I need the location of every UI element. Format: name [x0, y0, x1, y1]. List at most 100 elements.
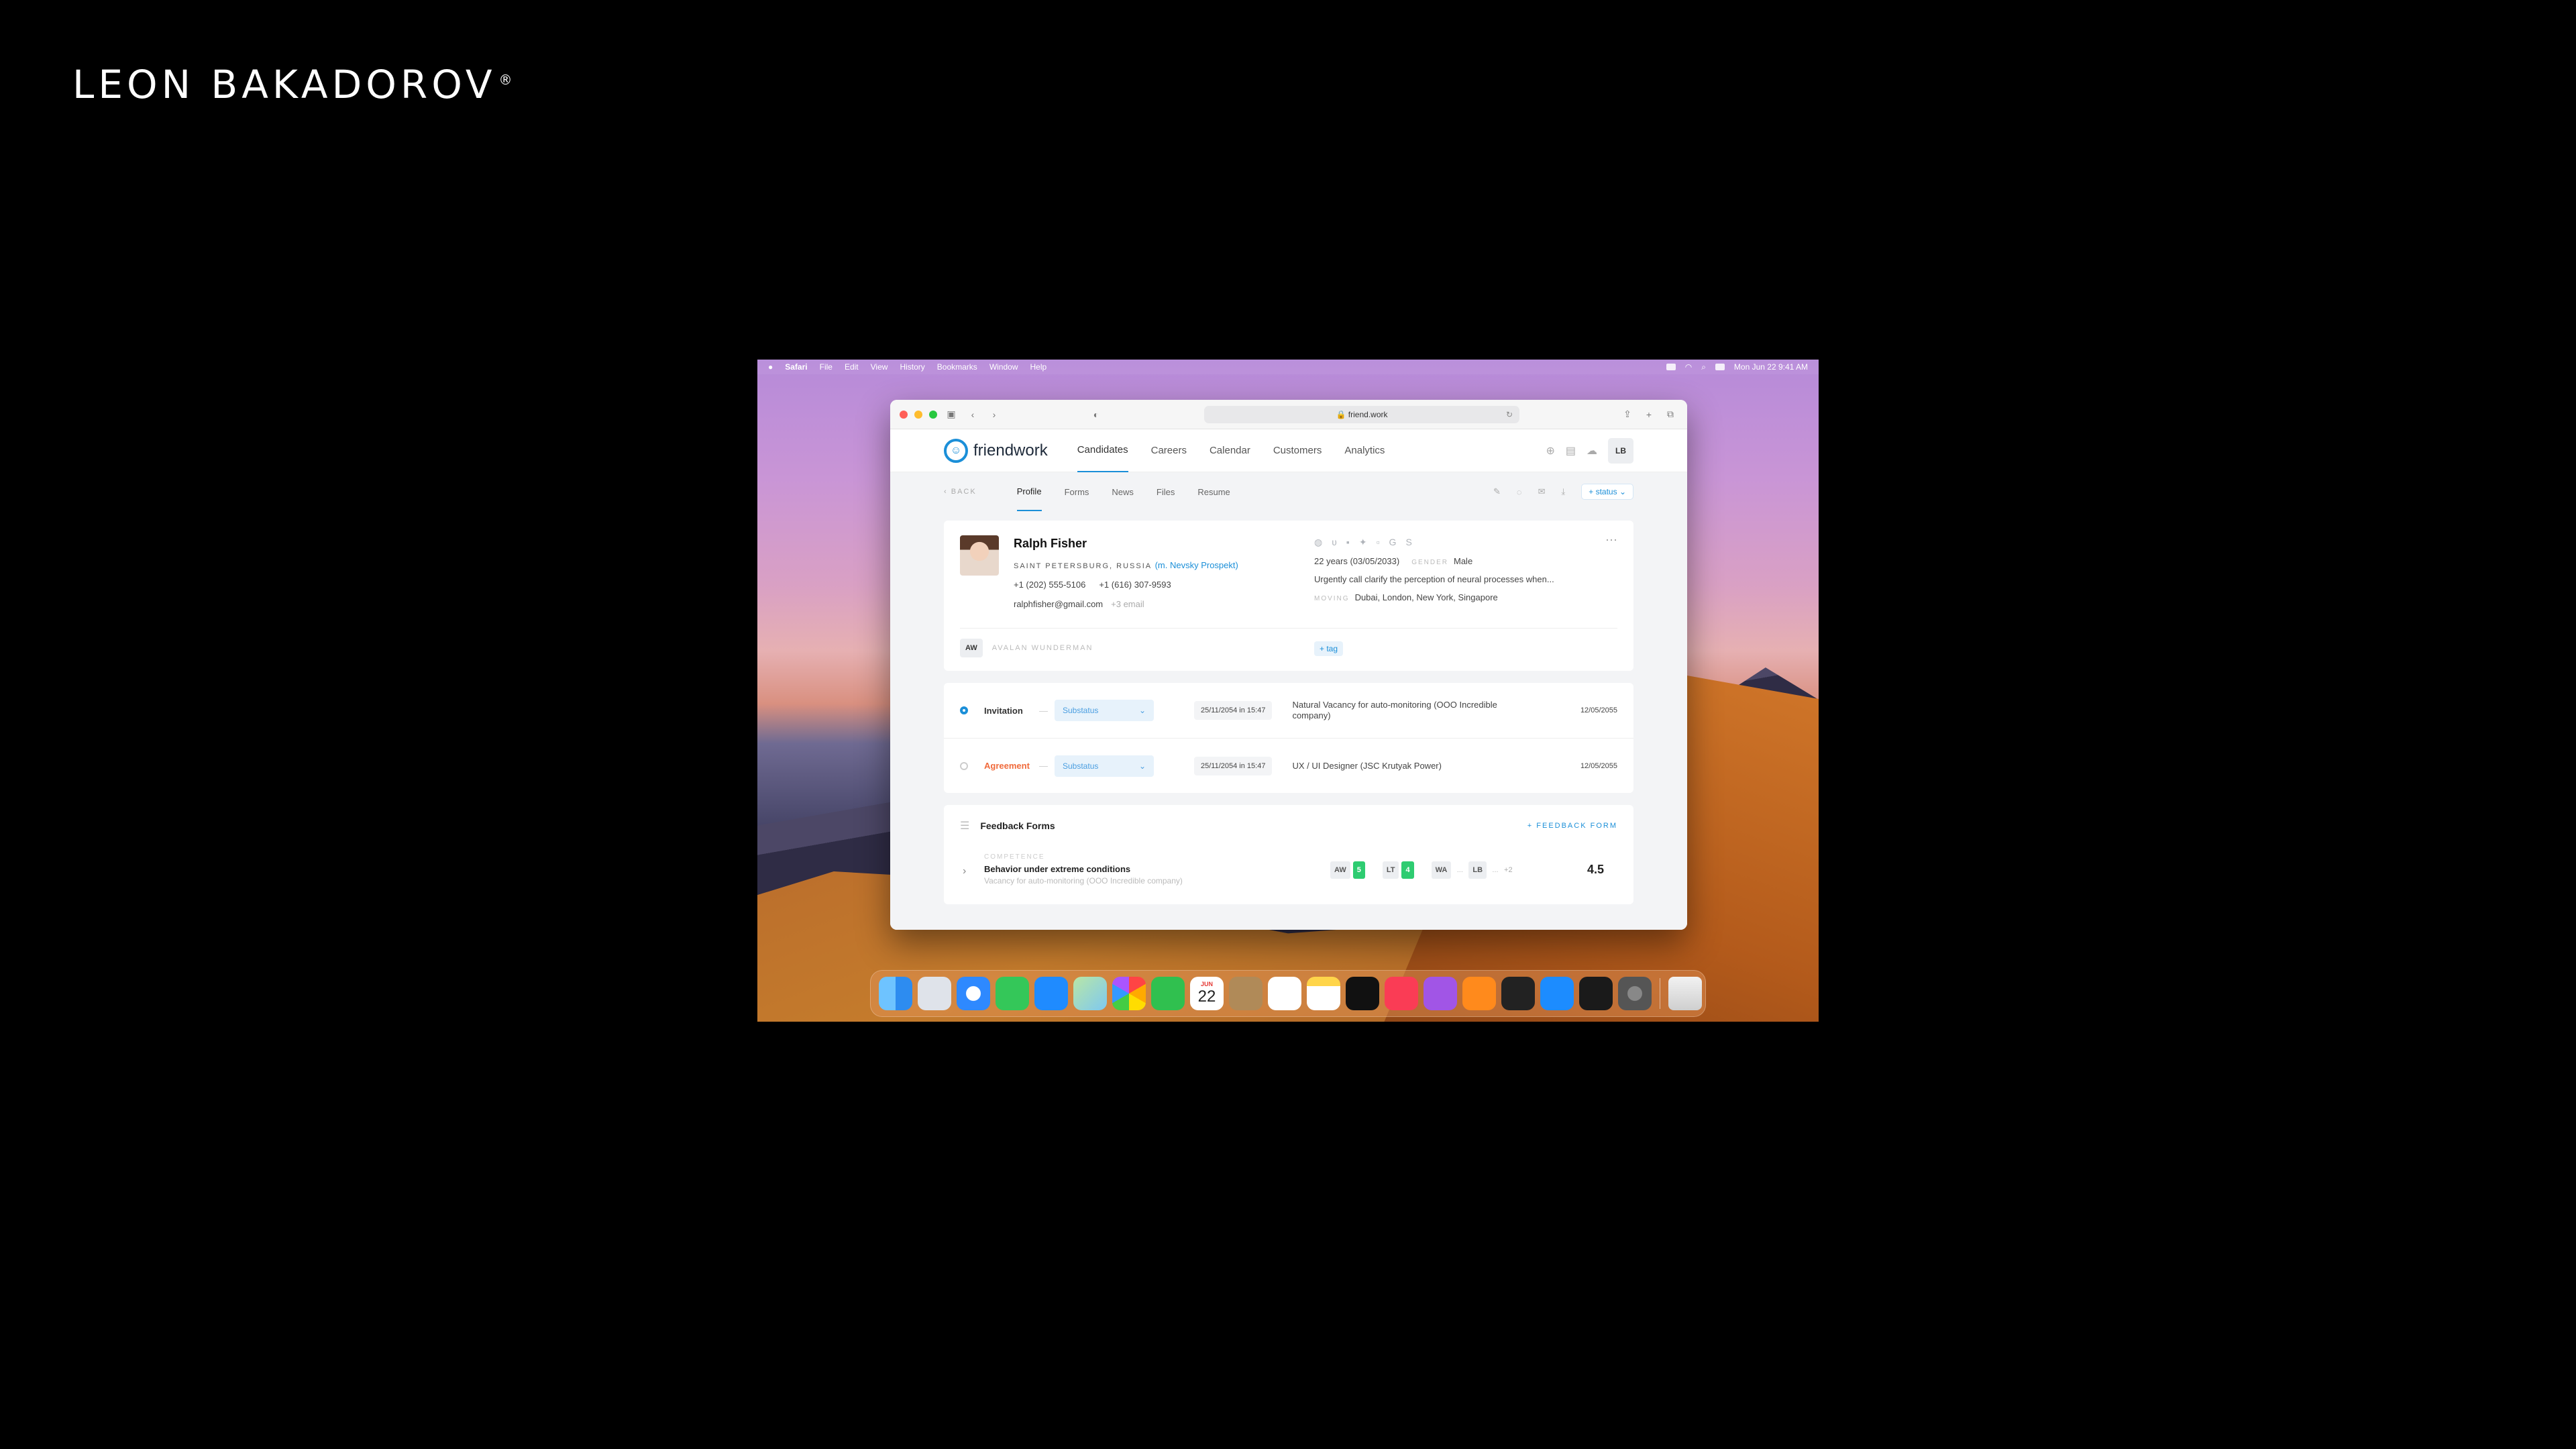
comment-icon[interactable]: ◌ [1517, 487, 1522, 497]
menubar-clock[interactable]: Mon Jun 22 9:41 AM [1734, 362, 1808, 372]
substatus-select[interactable]: Substatus ⌄ [1055, 755, 1154, 777]
profile-subnav: ‹ BACK Profile Forms News Files Resume ✎… [890, 472, 1687, 511]
back-arrow-icon[interactable]: ‹ [965, 407, 980, 422]
trash-icon[interactable] [1668, 977, 1702, 1010]
voice-memos-icon[interactable] [1501, 977, 1535, 1010]
user-avatar[interactable]: LB [1608, 437, 1633, 464]
nav-customers[interactable]: Customers [1273, 429, 1322, 472]
sidebar-toggle-icon[interactable]: ▣ [944, 407, 959, 422]
tab-forms[interactable]: Forms [1065, 472, 1089, 511]
reload-icon[interactable]: ↻ [1506, 410, 1513, 419]
web-icon[interactable]: ◍ [1314, 537, 1322, 548]
music-icon[interactable] [1385, 977, 1418, 1010]
apple-menu-icon[interactable]: ● [768, 362, 773, 372]
vk-icon[interactable]: ʋ [1332, 537, 1337, 548]
stage-vacancy[interactable]: Natural Vacancy for auto-monitoring (OOO… [1292, 700, 1507, 721]
cloud-upload-icon[interactable]: ☁ [1587, 444, 1597, 458]
close-window-button[interactable] [900, 410, 908, 419]
twitter-icon[interactable]: ✦ [1359, 537, 1367, 548]
nav-calendar[interactable]: Calendar [1210, 429, 1250, 472]
menu-view[interactable]: View [871, 362, 888, 372]
facetime-icon[interactable] [1151, 977, 1185, 1010]
notes-icon[interactable] [1307, 977, 1340, 1010]
safari-icon[interactable] [957, 977, 990, 1010]
stage-row[interactable]: Invitation — Substatus ⌄ 25/11/2054 in 15… [944, 683, 1633, 738]
stage-row[interactable]: Agreement — Substatus ⌄ 25/11/2054 in 15:… [944, 738, 1633, 793]
zoom-window-button[interactable] [929, 410, 937, 419]
phone-primary[interactable]: +1 (202) 555-5106 [1014, 580, 1085, 590]
google-plus-icon[interactable]: G [1389, 537, 1397, 548]
system-preferences-icon[interactable] [1618, 977, 1652, 1010]
share-icon[interactable]: ⇪ [1620, 407, 1635, 422]
privacy-shield-icon[interactable]: ◐ [1089, 407, 1104, 422]
skype-icon[interactable]: S [1405, 537, 1411, 548]
new-tab-icon[interactable]: + [1642, 407, 1656, 422]
address-bar[interactable]: 🔒 friend.work ↻ [1204, 405, 1519, 423]
phone-secondary[interactable]: +1 (616) 307-9593 [1099, 580, 1171, 590]
mail-app-icon[interactable] [1034, 977, 1068, 1010]
terminal-icon[interactable] [1579, 977, 1613, 1010]
add-tag-button[interactable]: + tag [1314, 641, 1344, 656]
menu-bookmarks[interactable]: Bookmarks [937, 362, 977, 372]
linkedin-icon[interactable]: ▪ [1346, 537, 1350, 548]
stage-end-date: 12/05/2055 [1580, 706, 1617, 714]
stage-vacancy[interactable]: UX / UI Designer (JSC Krutyak Power) [1292, 761, 1507, 771]
mail-icon[interactable]: ✉ [1538, 486, 1546, 497]
nav-candidates[interactable]: Candidates [1077, 429, 1128, 472]
nav-analytics[interactable]: Analytics [1344, 429, 1385, 472]
books-icon[interactable] [1462, 977, 1496, 1010]
chevron-right-icon[interactable]: › [963, 865, 966, 877]
maps-icon[interactable] [1073, 977, 1107, 1010]
tab-files[interactable]: Files [1157, 472, 1175, 511]
tab-resume[interactable]: Resume [1197, 472, 1230, 511]
tab-profile[interactable]: Profile [1016, 472, 1042, 511]
back-link[interactable]: ‹ BACK [944, 488, 977, 496]
brand-logo: LEON BAKADOROV ® [72, 62, 513, 107]
download-icon[interactable]: ⤓ [1562, 486, 1566, 497]
minimize-window-button[interactable] [914, 410, 922, 419]
add-status-label: + status [1589, 487, 1617, 496]
spotlight-icon[interactable]: ⌕ [1701, 362, 1706, 372]
wifi-icon[interactable]: ◠ [1685, 362, 1692, 372]
photos-icon[interactable] [1112, 977, 1146, 1010]
documents-icon[interactable]: ▤ [1566, 444, 1576, 458]
add-feedback-form-button[interactable]: + FEEDBACK FORM [1527, 822, 1617, 830]
edit-icon[interactable]: ✎ [1493, 486, 1501, 497]
messages-icon[interactable] [996, 977, 1029, 1010]
contacts-icon[interactable] [1229, 977, 1263, 1010]
finder-icon[interactable] [879, 977, 912, 1010]
app-store-icon[interactable] [1540, 977, 1574, 1010]
menu-edit[interactable]: Edit [845, 362, 859, 372]
feedback-row[interactable]: › COMPETENCE Behavior under extreme cond… [960, 847, 1617, 894]
substatus-select[interactable]: Substatus ⌄ [1055, 700, 1154, 721]
nav-careers[interactable]: Careers [1151, 429, 1187, 472]
calendar-app-icon[interactable]: JUN 22 [1190, 977, 1224, 1010]
forward-arrow-icon[interactable]: › [987, 407, 1002, 422]
candidate-name: Ralph Fisher [1014, 537, 1087, 550]
more-options-icon[interactable]: ··· [1605, 533, 1617, 547]
stage-radio[interactable] [960, 761, 968, 770]
menu-history[interactable]: History [900, 362, 924, 372]
friendwork-logo[interactable]: ☺ friendwork [944, 438, 1048, 463]
tab-news[interactable]: News [1112, 472, 1134, 511]
candidate-age: 22 years (03/05/2033) [1314, 556, 1400, 566]
tab-overview-icon[interactable]: ⧉ [1663, 407, 1678, 422]
apple-tv-icon[interactable] [1346, 977, 1379, 1010]
podcasts-icon[interactable] [1424, 977, 1457, 1010]
menu-help[interactable]: Help [1030, 362, 1047, 372]
control-center-icon[interactable] [1715, 364, 1725, 370]
email-primary[interactable]: ralphfisher@gmail.com [1014, 599, 1103, 609]
more-reviewers[interactable]: +2 [1504, 866, 1513, 874]
more-emails[interactable]: +3 email [1111, 599, 1144, 609]
launchpad-icon[interactable] [918, 977, 951, 1010]
facebook-icon[interactable]: ▫ [1377, 537, 1380, 548]
add-candidate-icon[interactable]: ⊕ [1546, 444, 1554, 458]
add-status-button[interactable]: + status ⌄ [1581, 484, 1633, 500]
metro-link[interactable]: (m. Nevsky Prospekt) [1155, 560, 1238, 570]
reminders-icon[interactable] [1268, 977, 1301, 1010]
battery-icon[interactable] [1666, 364, 1676, 370]
menu-window[interactable]: Window [989, 362, 1018, 372]
stage-radio[interactable] [960, 706, 968, 714]
menu-file[interactable]: File [820, 362, 833, 372]
menu-app-name[interactable]: Safari [785, 362, 807, 372]
